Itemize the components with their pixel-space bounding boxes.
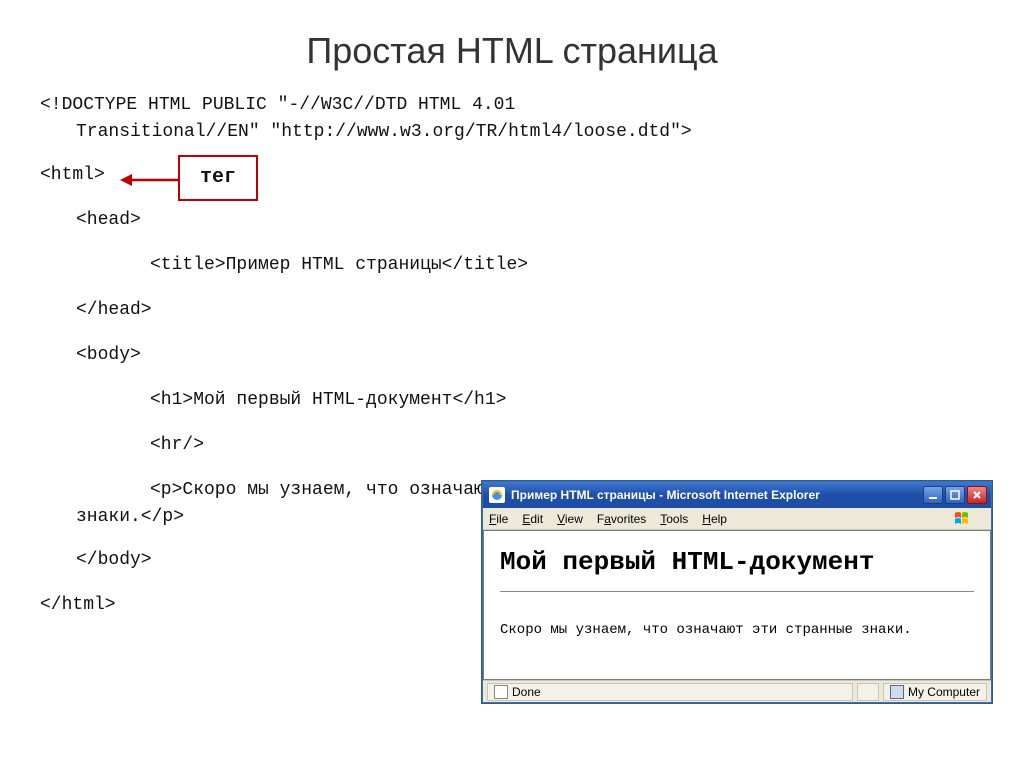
menu-file[interactable]: File [489,512,508,526]
menu-favorites[interactable]: Favorites [597,512,646,526]
maximize-button[interactable] [945,486,965,504]
doctype-line-2: Transitional//EN" "http://www.w3.org/TR/… [40,119,1024,146]
status-done-cell: Done [487,683,853,701]
doctype-line-1: <!DOCTYPE HTML PUBLIC "-//W3C//DTD HTML … [40,92,1024,119]
head-close-tag: </head> [40,297,1024,324]
page-divider [500,591,974,592]
menu-help[interactable]: Help [702,512,727,526]
browser-window: Пример HTML страницы - Microsoft Interne… [482,481,992,703]
computer-icon [890,685,904,699]
page-paragraph: Скоро мы узнаем, что означают эти странн… [500,622,974,638]
status-zone-text: My Computer [908,685,980,699]
browser-menubar: File Edit View Favorites Tools Help [483,508,991,530]
title-tag-line: <title>Пример HTML страницы</title> [40,252,1024,279]
body-open-tag: <body> [40,342,1024,369]
windows-flag-icon [949,510,985,528]
minimize-button[interactable] [923,486,943,504]
document-icon [494,685,508,699]
status-zone-cell: My Computer [883,683,987,701]
browser-statusbar: Done My Computer [483,680,991,702]
browser-viewport: Мой первый HTML-документ Скоро мы узнаем… [483,530,991,680]
browser-titlebar[interactable]: Пример HTML страницы - Microsoft Interne… [483,482,991,508]
hr-tag-line: <hr/> [40,432,1024,459]
browser-title: Пример HTML страницы - Microsoft Interne… [511,488,923,502]
slide-title: Простая HTML страница [0,0,1024,92]
status-empty-cell [857,683,879,701]
menu-edit[interactable]: Edit [522,512,543,526]
menu-tools[interactable]: Tools [660,512,688,526]
page-heading: Мой первый HTML-документ [500,547,974,577]
status-done-text: Done [512,685,541,699]
menu-view[interactable]: View [557,512,583,526]
h1-tag-line: <h1>Мой первый HTML-документ</h1> [40,387,1024,414]
callout-tag-label: тег [178,155,258,201]
ie-app-icon [489,487,505,503]
close-button[interactable] [967,486,987,504]
head-open-tag: <head> [40,207,1024,234]
